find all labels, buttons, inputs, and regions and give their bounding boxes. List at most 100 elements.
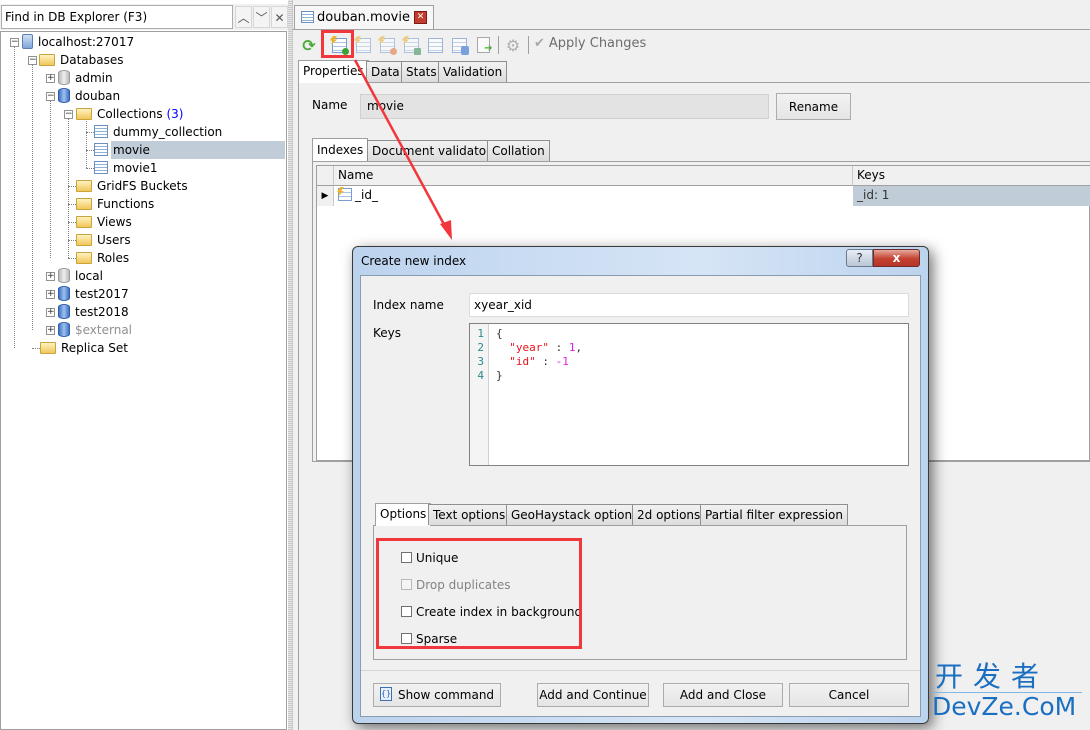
tree-node-collections[interactable]: Collections (3) [76,105,185,123]
checkbox-icon [401,552,412,563]
tree-node-users[interactable]: Users [76,231,133,249]
tree-connector [68,240,76,241]
drop-index-icon[interactable] [376,34,398,56]
toolbar-separator [498,36,499,54]
chevron-down-icon[interactable]: ﹀ [253,6,270,28]
explorer-tree: − localhost:27017 − Databases + admin − … [0,31,287,730]
unique-checkbox[interactable]: Unique [401,550,458,566]
column-header-keys[interactable]: Keys [853,166,1090,186]
tree-node-collection[interactable]: dummy_collection [94,123,224,141]
tree-connector [50,96,51,258]
folder-icon [76,215,92,228]
tab-geohaystack-options[interactable]: GeoHaystack options [506,504,644,525]
tab-validation[interactable]: Validation [438,61,508,82]
reindex-icon[interactable] [424,34,446,56]
rename-button[interactable]: Rename [776,93,851,120]
subtab-collation[interactable]: Collation [487,140,550,161]
collapse-toggle[interactable]: − [10,38,19,47]
close-tab-icon[interactable]: ✕ [413,11,427,24]
tree-node-roles[interactable]: Roles [76,249,131,267]
tab-properties[interactable]: Properties [298,60,369,83]
tab-stats[interactable]: Stats [401,61,442,82]
tab-2d-options[interactable]: 2d options [632,504,706,525]
watermark-cn: 开发者 [932,662,1082,693]
column-header-name[interactable]: Name [334,166,853,186]
code-line: } [496,369,503,382]
settings-gear-icon[interactable]: ⚙ [502,34,524,56]
tree-node-server[interactable]: localhost:27017 [22,33,136,51]
tree-node-views[interactable]: Views [76,213,134,231]
collection-name-field[interactable]: movie [360,94,769,119]
sparse-checkbox[interactable]: Sparse [401,631,457,647]
keys-code-editor[interactable]: 1 2 3 4 { "year" : 1, "id" : -1 } [469,323,909,466]
background-checkbox[interactable]: Create index in background [401,604,582,620]
cancel-button[interactable]: Cancel [789,683,909,707]
tree-node-db-external[interactable]: $external [58,321,134,339]
server-icon [22,34,33,49]
code-line: "id" : -1 [509,355,569,368]
show-command-button[interactable]: {} Show command [373,683,501,707]
folder-icon [76,107,92,120]
collapse-toggle[interactable]: − [46,92,55,101]
hide-index-icon[interactable] [400,34,422,56]
options-panel: Unique Drop duplicates Create index in b… [373,525,907,660]
annotation-highlight [321,30,354,58]
export-icon[interactable]: ➔ [472,34,494,56]
add-and-close-button[interactable]: Add and Close [663,683,783,707]
index-name-label: Index name [373,298,444,312]
find-in-explorer-input[interactable] [1,5,233,29]
tab-partial-filter[interactable]: Partial filter expression [700,504,848,525]
database-gray-icon [58,70,70,85]
document-tab[interactable]: douban.movie ✕ [294,5,434,30]
expand-toggle[interactable]: + [46,308,55,317]
collapse-toggle[interactable]: − [64,110,73,119]
line-number: 4 [477,369,484,382]
expand-toggle[interactable]: + [46,272,55,281]
tree-node-db-test2018[interactable]: test2018 [58,303,131,321]
subtab-document-validator[interactable]: Document validator [367,140,497,161]
subtab-indexes[interactable]: Indexes [312,138,369,162]
tree-node-db-douban[interactable]: douban [58,87,122,105]
dialog-close-button[interactable]: x [873,249,920,267]
tree-node-replica-set[interactable]: Replica Set [40,339,130,357]
tree-node-databases[interactable]: Databases [39,51,126,69]
tab-text-options[interactable]: Text options [428,504,511,525]
compact-icon[interactable] [448,34,470,56]
close-icon[interactable]: ✕ [271,6,288,28]
index-name-input[interactable] [469,293,909,317]
find-bar: ︿ ﹀ ✕ [0,4,290,30]
chevron-up-icon[interactable]: ︿ [235,6,252,28]
refresh-icon[interactable]: ⟳ [298,34,320,56]
expand-toggle[interactable]: + [46,74,55,83]
folder-icon [40,341,56,354]
tree-node-collection-selected[interactable]: movie [94,141,286,159]
grid-row-header [317,166,334,186]
tree-node-db-admin[interactable]: admin [58,69,115,87]
tree-connector [86,150,94,151]
tree-node-functions[interactable]: Functions [76,195,156,213]
edit-index-icon[interactable] [352,34,374,56]
create-index-dialog: Create new index ? x Index name Keys 1 2… [352,246,929,724]
database-blue-icon [58,88,70,103]
options-content: Unique Drop duplicates Create index in b… [380,530,902,655]
tab-data[interactable]: Data [366,61,405,82]
index-keys-cell: _id: 1 [853,186,1090,206]
apply-changes-button[interactable]: ✔ Apply Changes [534,36,646,51]
help-button[interactable]: ? [846,249,873,267]
dialog-title: Create new index [361,254,467,268]
expand-toggle[interactable]: + [46,326,55,335]
table-row[interactable]: ▶ _id_ _id: 1 [317,186,1090,206]
folder-icon [76,197,92,210]
collapse-toggle[interactable]: − [28,56,37,65]
tree-node-db-local[interactable]: local [58,267,105,285]
tree-node-collection[interactable]: movie1 [94,159,159,177]
tree-node-db-test2017[interactable]: test2017 [58,285,131,303]
folder-icon [39,53,55,66]
tab-options[interactable]: Options [375,503,432,526]
index-icon [337,187,352,201]
tree-connector [68,222,76,223]
watermark: 开发者 DevZe.CoM [932,662,1082,721]
tree-node-gridfs[interactable]: GridFS Buckets [76,177,190,195]
add-and-continue-button[interactable]: Add and Continue [537,683,649,707]
expand-toggle[interactable]: + [46,290,55,299]
